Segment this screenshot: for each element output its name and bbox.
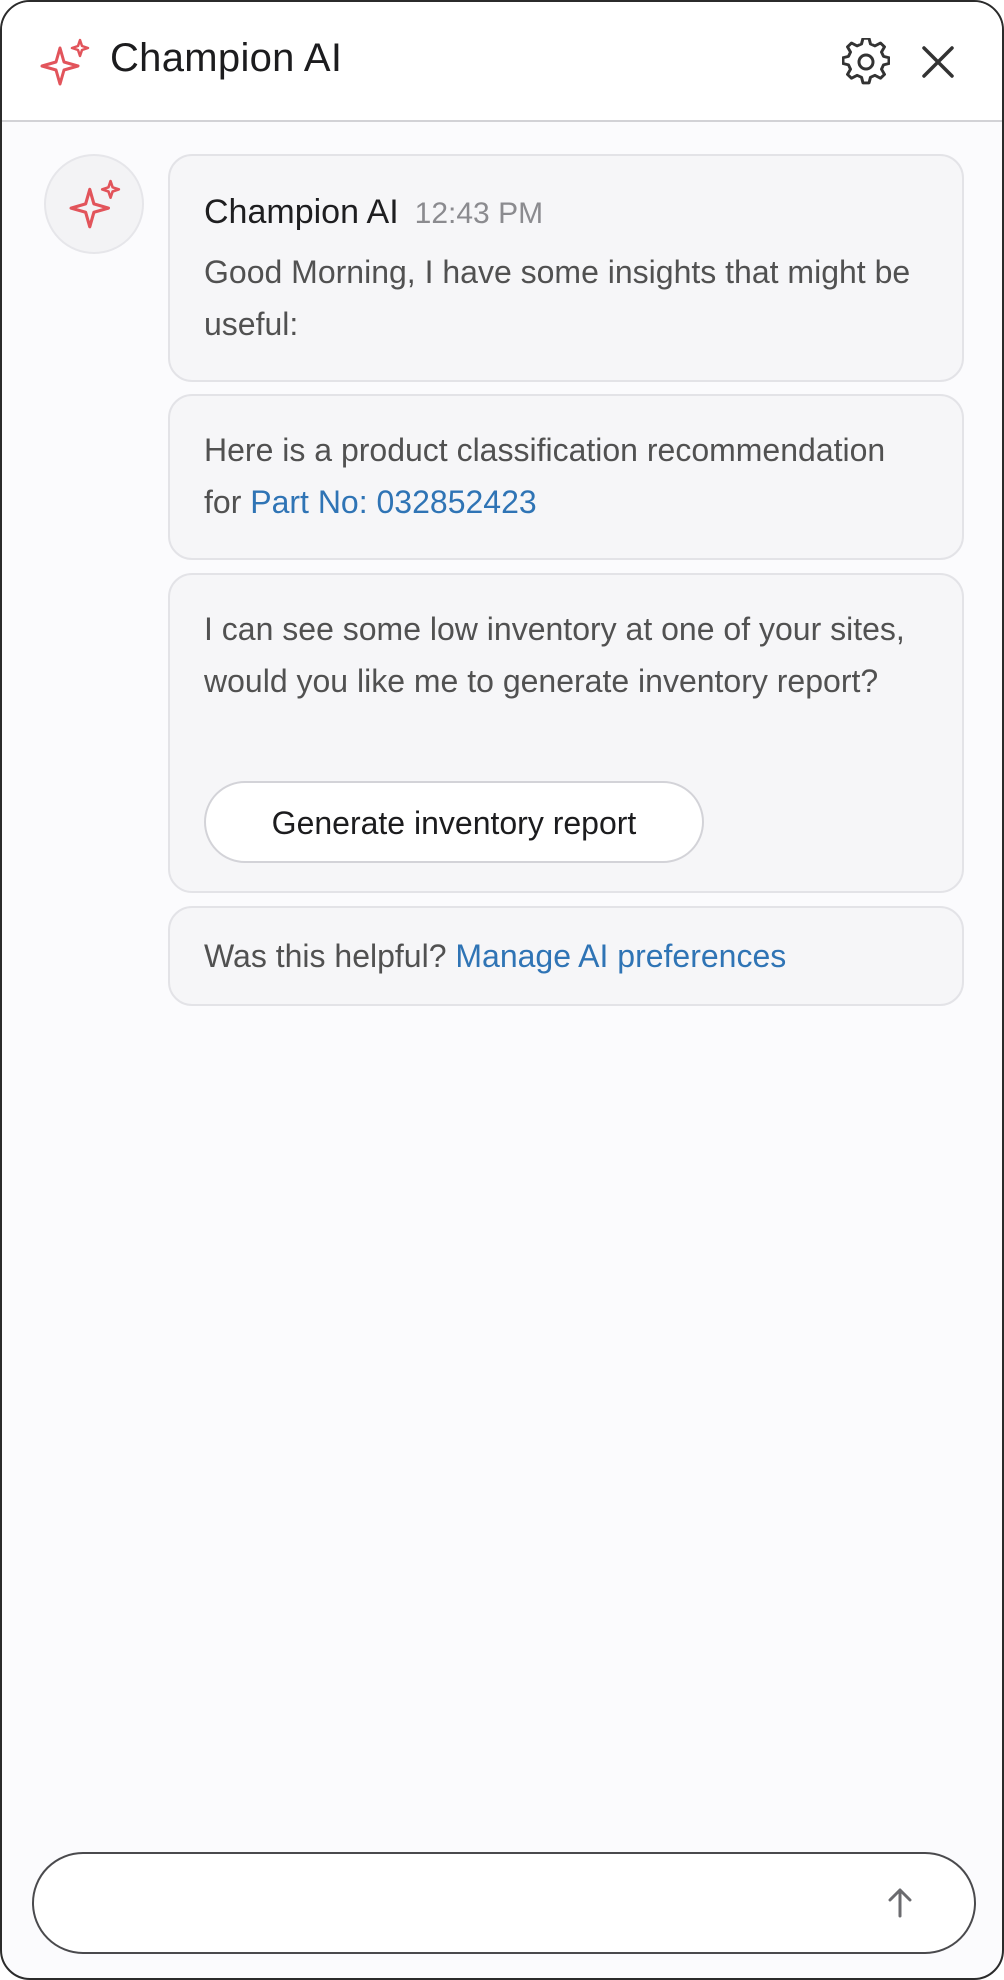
message-composer [32, 1852, 976, 1954]
message-timestamp: 12:43 PM [414, 197, 544, 230]
feedback-card: Was this helpful? Manage AI preferences [168, 906, 964, 1006]
message-card-greeting: Champion AI 12:43 PM Good Morning, I have… [168, 154, 964, 382]
manage-ai-preferences-link[interactable]: Manage AI preferences [455, 938, 786, 974]
message-meta: Champion AI 12:43 PM [204, 186, 928, 240]
part-number-link[interactable]: Part No: 032852423 [250, 484, 536, 520]
message-card-inventory: I can see some low inventory at one of y… [168, 573, 964, 893]
feedback-question: Was this helpful? [204, 938, 447, 974]
sparkle-icon [69, 179, 121, 229]
message-input[interactable] [74, 1874, 878, 1936]
message-text: Good Morning, I have some insights that … [204, 254, 911, 342]
panel-title: Champion AI [110, 36, 343, 80]
gear-icon[interactable] [842, 38, 890, 86]
message-text: I can see some low inventory at one of y… [204, 611, 905, 699]
chat-panel: Champion AI Champion AI 12:43 PM Good Mor… [0, 0, 1004, 1980]
sparkle-icon [40, 38, 90, 86]
arrow-up-icon[interactable] [880, 1882, 920, 1922]
generate-inventory-report-button[interactable]: Generate inventory report [204, 781, 704, 863]
chat-header: Champion AI [2, 2, 1002, 122]
assistant-avatar [44, 154, 144, 254]
sender-name: Champion AI [204, 193, 399, 231]
message-card-classification: Here is a product classification recomme… [168, 394, 964, 560]
close-icon[interactable] [916, 40, 960, 84]
